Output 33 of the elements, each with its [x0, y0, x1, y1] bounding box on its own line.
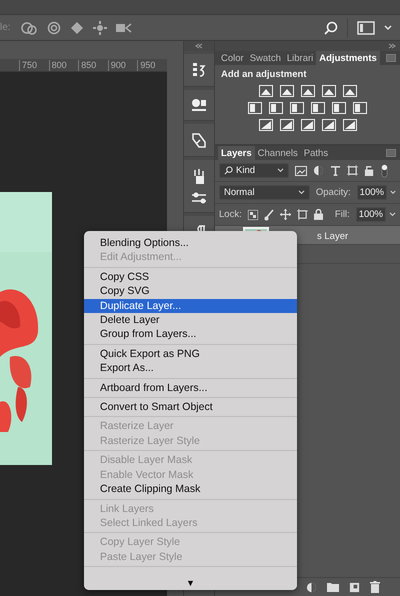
- panel-tab[interactable]: Swatch: [246, 51, 284, 65]
- panel-tab[interactable]: Layers: [218, 146, 255, 160]
- layer-name: s Layer: [316, 231, 348, 242]
- panel-tab[interactable]: Adjustments: [316, 51, 380, 65]
- blend-mode-dropdown[interactable]: Normal: [219, 185, 310, 200]
- panel-tab[interactable]: Paths: [300, 146, 332, 160]
- menu-item[interactable]: Delete Layer: [84, 313, 297, 328]
- menu-item[interactable]: Quick Export as PNG: [84, 346, 297, 362]
- menu-item[interactable]: Create Clipping Mask: [84, 482, 297, 496]
- opacity-field[interactable]: 100%: [356, 185, 387, 200]
- panel-heading: Add an adjustment: [221, 69, 308, 80]
- panel-tab[interactable]: Color: [218, 51, 247, 65]
- opacity-label: Opacity:: [316, 187, 351, 198]
- menu-item[interactable]: Duplicate Layer...: [84, 298, 297, 314]
- filter-dropdown[interactable]: Kind: [219, 163, 289, 178]
- filter-value: Kind: [236, 165, 256, 176]
- panel-tab[interactable]: Channels: [254, 146, 301, 160]
- menu-item[interactable]: Convert to Smart Object: [84, 400, 297, 414]
- menu-item[interactable]: Group from Layers...: [84, 327, 297, 342]
- scroll-arrow[interactable]: ▼: [186, 578, 195, 588]
- ruler-label: 900: [108, 60, 138, 71]
- ruler-label: 800: [48, 60, 78, 71]
- ruler-label: 750: [19, 60, 49, 71]
- blend-mode-value: Normal: [224, 187, 256, 198]
- menu-item[interactable]: Copy CSS: [84, 270, 297, 284]
- ruler-label: 850: [78, 60, 108, 71]
- fill-label: Fill:: [334, 209, 350, 220]
- menu-item[interactable]: Copy SVG: [84, 284, 297, 299]
- fill-field[interactable]: 100%: [356, 207, 386, 222]
- menu-item[interactable]: Artboard from Layers...: [84, 380, 297, 396]
- panel-tab[interactable]: Librari: [284, 51, 316, 65]
- menu-item[interactable]: Export As...: [84, 361, 297, 376]
- lock-label: Lock:: [219, 209, 242, 220]
